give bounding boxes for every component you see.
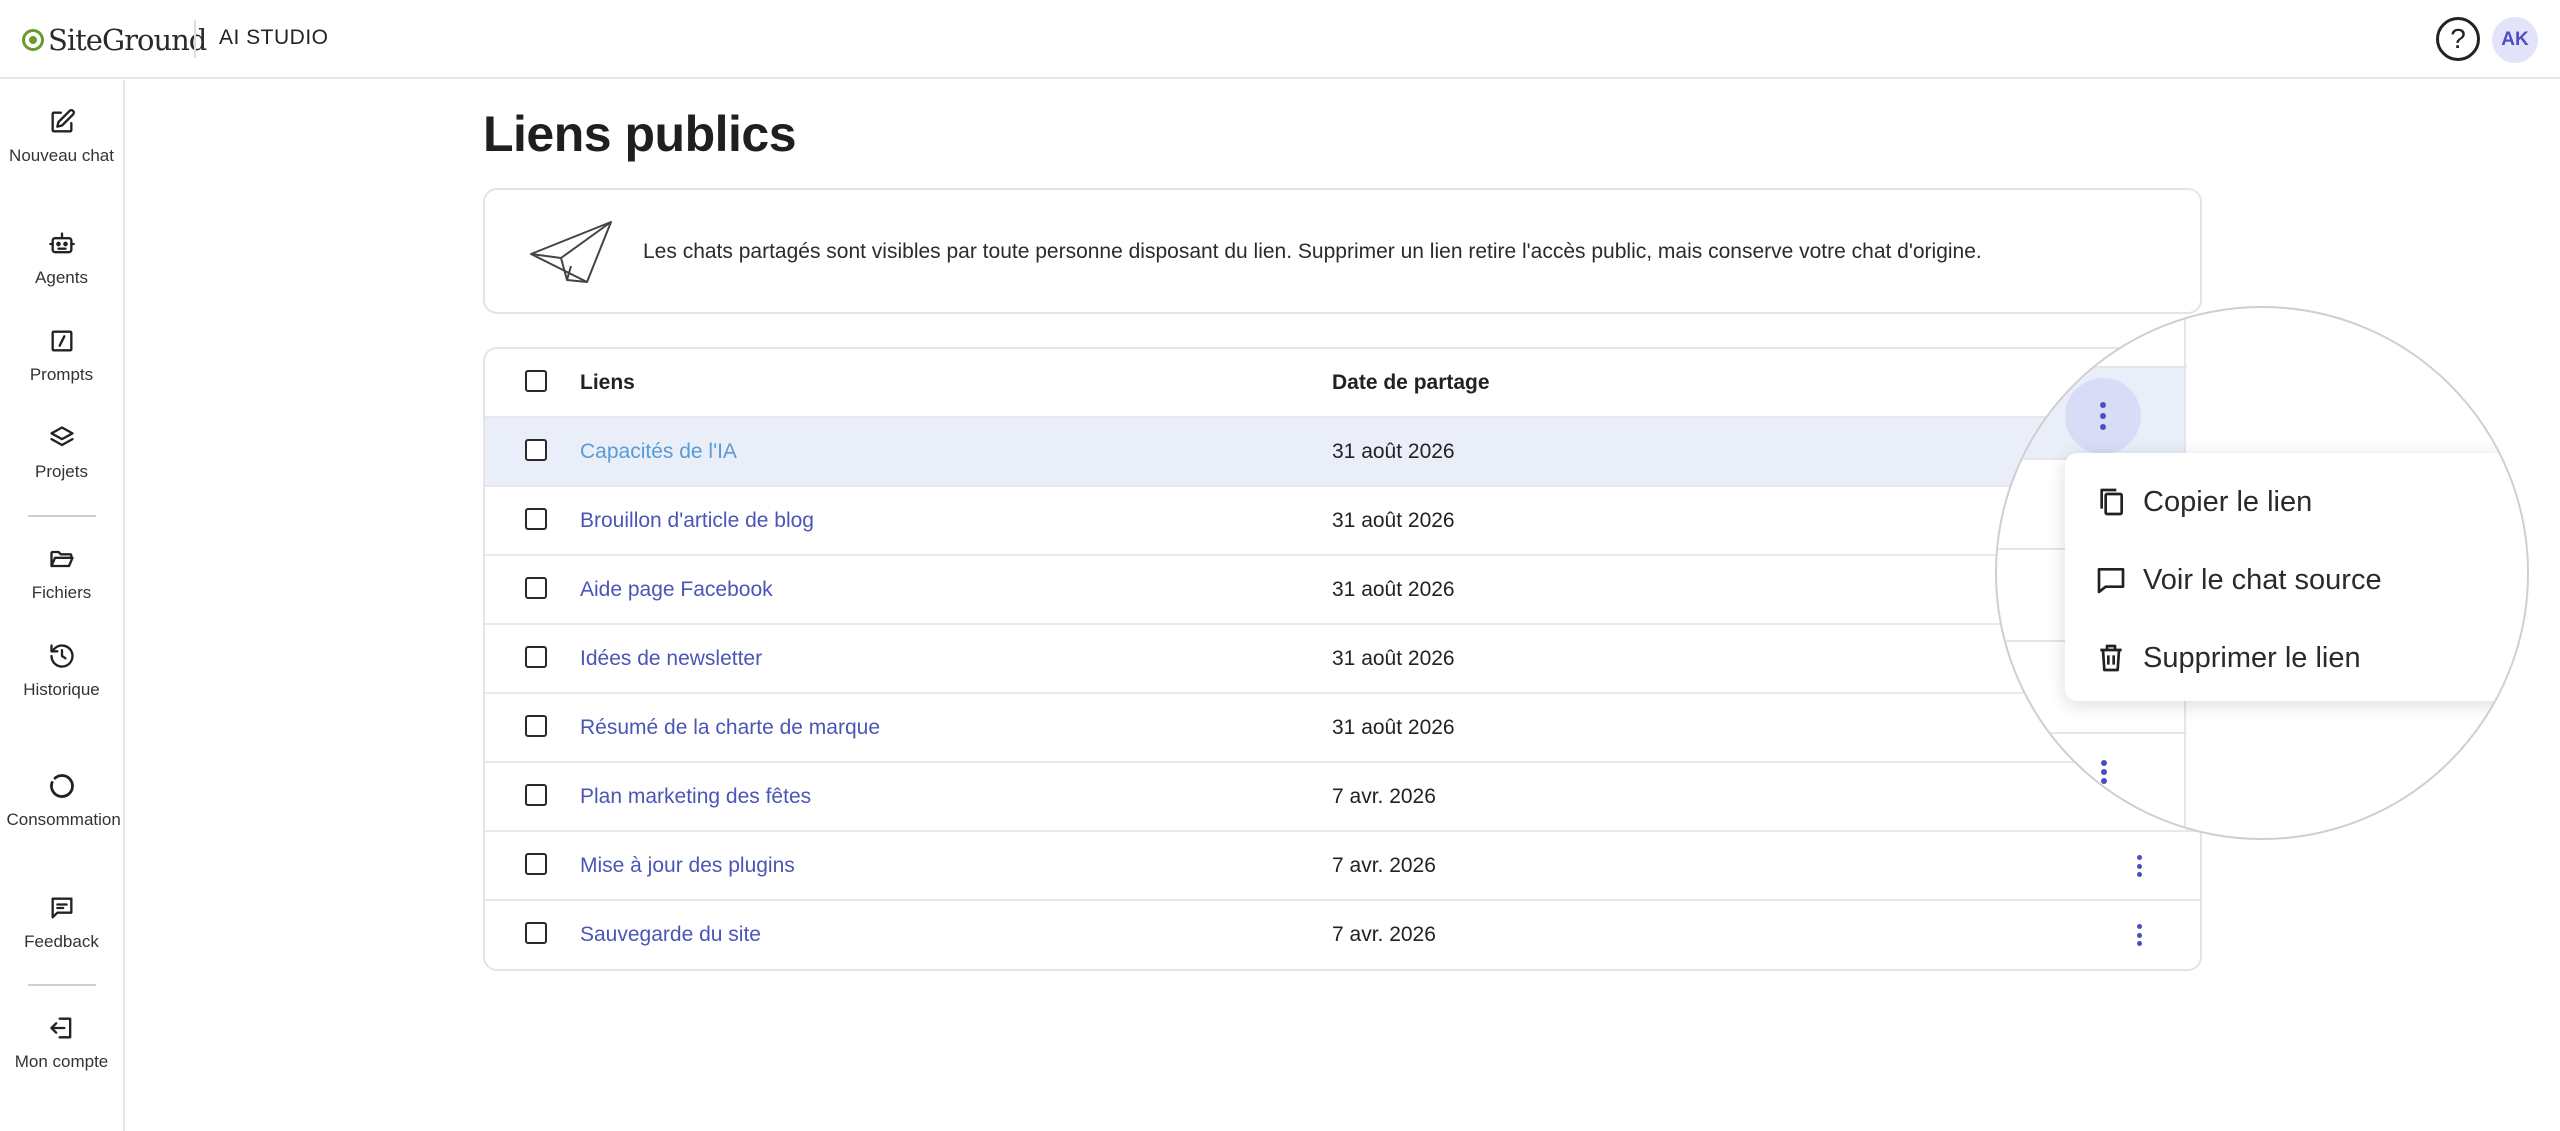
share-date: 31 août 2026 [1332, 716, 1455, 739]
trash-icon [2100, 644, 2122, 672]
topbar-divider [194, 20, 196, 58]
link-name[interactable]: Résumé de la charte de marque [580, 716, 880, 740]
row-checkbox[interactable] [525, 784, 547, 806]
help-button[interactable]: ? [2436, 17, 2480, 61]
share-date: 31 août 2026 [1332, 509, 1455, 532]
history-icon [49, 644, 74, 668]
top-bar: SiteGround AI STUDIO ? AK [0, 0, 2560, 79]
table-row[interactable]: Capacités de l'IA 31 août 2026 [485, 418, 2200, 487]
logo-text: SiteGround [48, 23, 207, 57]
table-row[interactable]: Mise à jour des plugins 7 avr. 2026 [485, 832, 2200, 901]
link-name[interactable]: Brouillon d'article de blog [580, 509, 814, 533]
user-avatar[interactable]: AK [2492, 17, 2538, 63]
magnifier-callout: Copier le lien Voir le chat source Suppr… [1995, 306, 2529, 840]
edit-icon [51, 109, 75, 133]
table-row[interactable]: Aide page Facebook 31 août 2026 [485, 556, 2200, 625]
robot-icon [48, 232, 75, 254]
menu-item-delete-link[interactable]: Supprimer le lien [2065, 619, 2527, 697]
menu-item-view-source-chat[interactable]: Voir le chat source [2065, 541, 2527, 619]
sidebar-item-projets[interactable]: Projets [0, 424, 123, 484]
sidebar-item-feedback[interactable]: Feedback [0, 894, 123, 954]
sidebar-item-prompts[interactable]: Prompts [0, 327, 123, 387]
row-checkbox[interactable] [525, 577, 547, 599]
row-checkbox[interactable] [525, 439, 547, 461]
chat-bubble-icon [2097, 568, 2125, 594]
logo-mark-icon [22, 29, 44, 51]
sidebar-separator [28, 984, 96, 986]
link-name[interactable]: Capacités de l'IA [580, 440, 737, 464]
sidebar-item-label: Nouveau chat [9, 146, 114, 165]
sidebar-item-agents[interactable]: Agents [0, 230, 123, 290]
row-checkbox[interactable] [525, 922, 547, 944]
column-header-date[interactable]: Date de partage [1332, 371, 1490, 395]
share-date: 7 avr. 2026 [1332, 854, 1436, 877]
menu-item-label: Supprimer le lien [2143, 641, 2361, 674]
prompt-icon [51, 330, 72, 352]
share-date: 7 avr. 2026 [1332, 785, 1436, 808]
column-header-liens[interactable]: Liens [580, 371, 635, 395]
sidebar-separator [28, 515, 96, 517]
sidebar-item-label: Projets [35, 462, 88, 481]
table-row[interactable]: Plan marketing des fêtes 7 avr. 2026 [485, 763, 2200, 832]
active-kebab-icon[interactable] [2065, 378, 2141, 454]
share-date: 31 août 2026 [1332, 578, 1455, 601]
table-row[interactable]: Brouillon d'article de blog 31 août 2026 [485, 487, 2200, 556]
folder-icon [49, 550, 74, 568]
share-date: 31 août 2026 [1332, 440, 1455, 463]
row-actions-kebab-icon[interactable] [2129, 921, 2149, 949]
siteground-logo[interactable]: SiteGround [22, 22, 207, 58]
table-row[interactable]: Idées de newsletter 31 août 2026 [485, 625, 2200, 694]
paper-plane-icon [530, 221, 612, 283]
select-all-checkbox[interactable] [525, 370, 547, 392]
row-checkbox[interactable] [525, 715, 547, 737]
link-actions-menu: Copier le lien Voir le chat source Suppr… [2065, 453, 2527, 701]
row-checkbox[interactable] [525, 853, 547, 875]
share-date: 31 août 2026 [1332, 647, 1455, 670]
link-name[interactable]: Mise à jour des plugins [580, 854, 795, 878]
info-text: Les chats partagés sont visibles par tou… [643, 240, 1982, 263]
link-name[interactable]: Aide page Facebook [580, 578, 773, 602]
menu-item-copy-link[interactable]: Copier le lien [2065, 463, 2527, 541]
page-title: Liens publics [483, 106, 797, 162]
sidebar-item-fichiers[interactable]: Fichiers [0, 545, 123, 605]
row-actions-kebab-icon[interactable] [2129, 852, 2149, 880]
share-date: 7 avr. 2026 [1332, 923, 1436, 946]
sidebar-item-historique[interactable]: Historique [0, 642, 123, 702]
copy-icon [2100, 488, 2123, 516]
table-header: Liens Date de partage [485, 349, 2200, 418]
logout-icon [49, 1017, 71, 1039]
row-actions-kebab-icon[interactable] [2099, 760, 2109, 784]
sidebar-item-label: Prompts [29, 365, 94, 384]
feedback-icon [51, 897, 73, 919]
sidebar-item-mon-compte[interactable]: Mon compte [0, 1014, 123, 1074]
links-table: Liens Date de partage Capacités de l'IA … [483, 347, 2202, 971]
sidebar-item-label: Fichiers [31, 583, 92, 602]
sidebar-item-consommation[interactable]: Consommation [0, 772, 123, 832]
sidebar-item-label: Agents [35, 268, 88, 287]
table-row[interactable]: Résumé de la charte de marque 31 août 20… [485, 694, 2200, 763]
link-name[interactable]: Sauvegarde du site [580, 923, 761, 947]
link-name[interactable]: Idées de newsletter [580, 647, 762, 671]
row-checkbox[interactable] [525, 508, 547, 530]
link-name[interactable]: Plan marketing des fêtes [580, 785, 811, 809]
info-banner: Les chats partagés sont visibles par tou… [483, 188, 2202, 314]
sidebar-item-label: Consommation [6, 810, 121, 829]
layers-icon [49, 426, 74, 447]
sidebar: Nouveau chat Agents Prompts Projets Fich… [0, 80, 125, 1131]
table-row[interactable]: Sauvegarde du site 7 avr. 2026 [485, 901, 2200, 969]
magnified-row-divider [1997, 732, 2187, 734]
row-checkbox[interactable] [525, 646, 547, 668]
sidebar-item-label: Feedback [24, 932, 99, 951]
usage-icon [49, 774, 74, 798]
menu-item-label: Voir le chat source [2143, 563, 2382, 596]
menu-item-label: Copier le lien [2143, 485, 2313, 518]
sidebar-item-nouveau-chat[interactable]: Nouveau chat [0, 108, 123, 168]
sidebar-item-label: Historique [23, 680, 100, 699]
app-name: AI STUDIO [219, 26, 329, 49]
sidebar-item-label: Mon compte [14, 1052, 109, 1071]
